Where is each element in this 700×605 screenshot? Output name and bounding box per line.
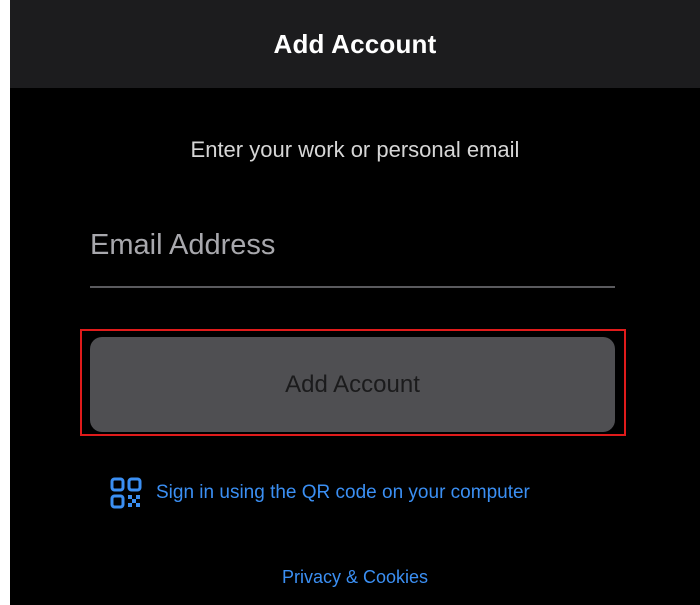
privacy-cookies-link[interactable]: Privacy & Cookies xyxy=(10,567,700,588)
highlight-annotation-box xyxy=(80,329,626,436)
page-title: Add Account xyxy=(273,28,437,59)
qr-signin-link[interactable]: Sign in using the QR code on your comput… xyxy=(110,477,530,509)
email-address-input[interactable] xyxy=(90,215,615,275)
navigation-bar: Add Account xyxy=(10,0,700,88)
email-input-underline xyxy=(90,286,615,288)
add-account-screen: Add Account Enter your work or personal … xyxy=(10,0,700,605)
qr-code-icon xyxy=(110,477,142,509)
qr-signin-label: Sign in using the QR code on your comput… xyxy=(156,482,530,503)
email-prompt-text: Enter your work or personal email xyxy=(190,137,520,162)
